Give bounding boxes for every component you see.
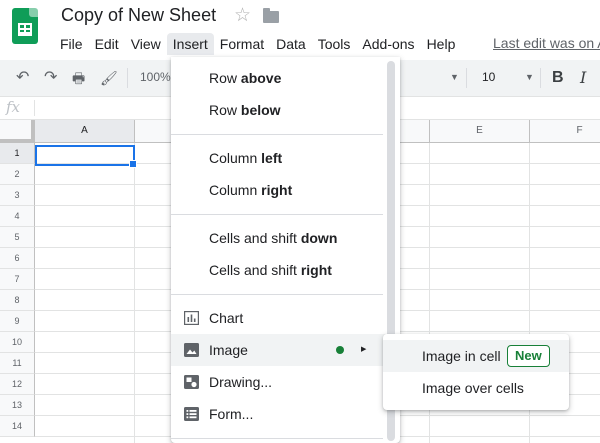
- header: Copy of New Sheet ☆ File Edit View Inser…: [0, 0, 600, 60]
- insert-drawing[interactable]: Drawing...: [171, 366, 386, 398]
- row-header-13[interactable]: 13: [0, 395, 35, 416]
- undo-icon[interactable]: ↶: [16, 68, 29, 88]
- zoom-select[interactable]: 100%: [140, 70, 171, 84]
- row-header-11[interactable]: 11: [0, 353, 35, 374]
- toolbar-divider: [127, 68, 128, 88]
- last-edit-link[interactable]: Last edit was on A: [493, 35, 600, 51]
- insert-chart[interactable]: Chart: [171, 302, 386, 334]
- row-header-5[interactable]: 5: [0, 227, 35, 248]
- menu-separator: [171, 214, 383, 215]
- menubar: File Edit View Insert Format Data Tools …: [54, 33, 461, 55]
- row-header-10[interactable]: 10: [0, 332, 35, 353]
- column-header-a[interactable]: A: [35, 120, 135, 143]
- menu-help[interactable]: Help: [421, 33, 462, 55]
- active-cell-a1[interactable]: [35, 145, 137, 168]
- toolbar-divider: [466, 68, 467, 88]
- row-header-9[interactable]: 9: [0, 311, 35, 332]
- paint-format-icon[interactable]: 🖌: [100, 68, 118, 88]
- image-over-cells[interactable]: Image over cells: [383, 372, 569, 404]
- menu-tools[interactable]: Tools: [312, 33, 357, 55]
- image-in-cell[interactable]: Image in cell New: [383, 340, 569, 372]
- row-header-1[interactable]: 1: [0, 143, 35, 164]
- select-all-corner[interactable]: [0, 120, 35, 143]
- menu-file[interactable]: File: [54, 33, 89, 55]
- row-header-3[interactable]: 3: [0, 185, 35, 206]
- row-header-7[interactable]: 7: [0, 269, 35, 290]
- italic-button[interactable]: I: [580, 68, 586, 88]
- redo-icon[interactable]: ↷: [44, 68, 57, 88]
- menu-edit[interactable]: Edit: [89, 33, 125, 55]
- form-icon: [184, 407, 199, 421]
- insert-column-right[interactable]: Column right: [171, 174, 386, 206]
- menu-data[interactable]: Data: [270, 33, 312, 55]
- row-header-6[interactable]: 6: [0, 248, 35, 269]
- sheets-logo-icon[interactable]: [12, 8, 38, 44]
- menu-insert[interactable]: Insert: [166, 33, 214, 55]
- submenu-arrow-icon: ▶: [361, 346, 367, 353]
- row-header-2[interactable]: 2: [0, 164, 35, 185]
- fx-icon: fx: [6, 98, 21, 116]
- document-title[interactable]: Copy of New Sheet: [61, 5, 216, 26]
- insert-cells-shift-down[interactable]: Cells and shift down: [171, 222, 386, 254]
- insert-row-above[interactable]: Row above: [171, 62, 386, 94]
- toolbar-divider: [540, 68, 541, 88]
- drawing-icon: [184, 375, 199, 389]
- new-badge: New: [507, 345, 550, 367]
- menu-separator: [171, 134, 383, 135]
- insert-cells-shift-right[interactable]: Cells and shift right: [171, 254, 386, 286]
- row-header-8[interactable]: 8: [0, 290, 35, 311]
- menu-format[interactable]: Format: [214, 33, 270, 55]
- font-dropdown-arrow-icon[interactable]: ▼: [450, 72, 459, 82]
- new-feature-dot-icon: [336, 346, 344, 354]
- menu-add-ons[interactable]: Add-ons: [356, 33, 420, 55]
- insert-row-below[interactable]: Row below: [171, 94, 386, 126]
- insert-menu: Row above Row below Column left Column r…: [171, 57, 400, 443]
- star-icon[interactable]: ☆: [234, 5, 251, 27]
- row-header-4[interactable]: 4: [0, 206, 35, 227]
- bold-button[interactable]: B: [552, 68, 564, 88]
- grid-line: [134, 143, 135, 443]
- font-size-select[interactable]: 10: [482, 70, 495, 84]
- insert-image[interactable]: Image ▶: [171, 334, 386, 366]
- font-size-dropdown-arrow-icon[interactable]: ▼: [525, 72, 534, 82]
- chart-icon: [184, 311, 199, 325]
- insert-form[interactable]: Form...: [171, 398, 386, 430]
- column-header-e[interactable]: E: [430, 120, 530, 143]
- print-icon[interactable]: 🖶: [72, 68, 85, 88]
- column-header-f[interactable]: F: [530, 120, 600, 143]
- row-header-14[interactable]: 14: [0, 416, 35, 437]
- menu-separator: [171, 438, 383, 439]
- image-icon: [184, 343, 199, 357]
- folder-icon[interactable]: [263, 8, 279, 23]
- image-submenu: Image in cell New Image over cells: [383, 334, 569, 410]
- insert-column-left[interactable]: Column left: [171, 142, 386, 174]
- menu-view[interactable]: View: [125, 33, 167, 55]
- formula-bar-divider: [34, 100, 35, 116]
- row-header-12[interactable]: 12: [0, 374, 35, 395]
- menu-separator: [171, 294, 383, 295]
